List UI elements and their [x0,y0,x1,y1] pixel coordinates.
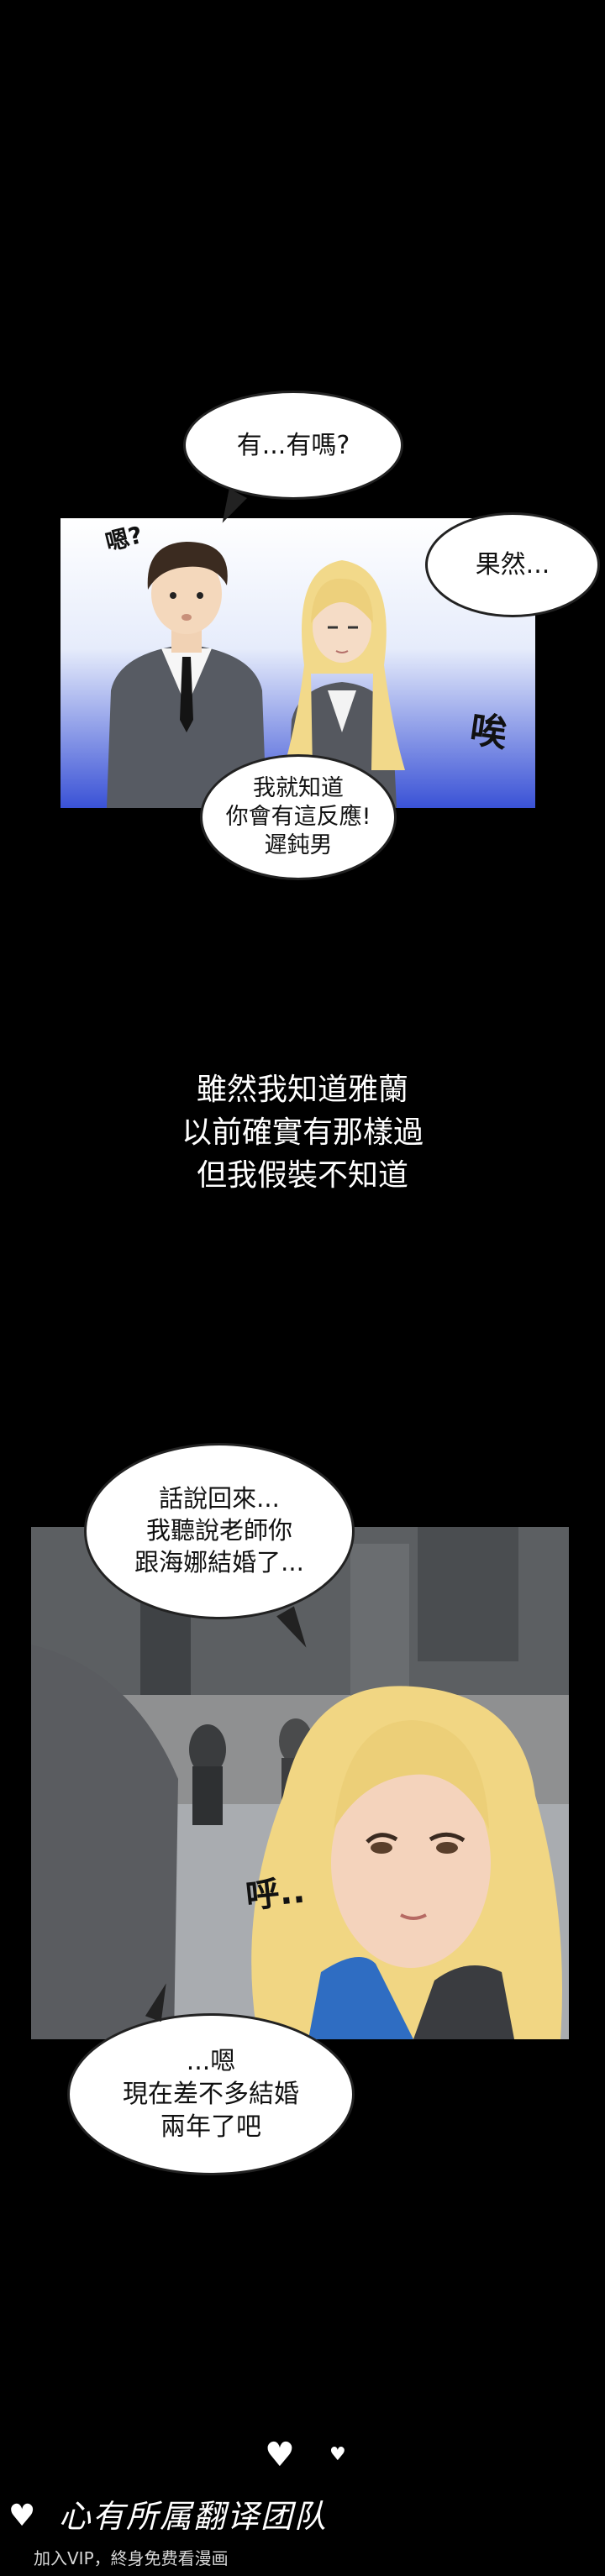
sfx-sigh-woman: 唉 [467,708,510,756]
speech-bubble-reply-two-years: ...嗯 現在差不多結婚 兩年了吧 [67,2013,355,2175]
watermark-text: 加入VIP，終身免费看漫画 [34,2548,229,2568]
heart-icon: ♥ [329,2444,346,2465]
heart-icon: ♥ [265,2436,295,2474]
speech-bubble-man-question: 有...有嗎? [183,391,403,500]
heart-icon: ♥ [8,2499,36,2533]
narration-text: 雖然我知道雅蘭 以前確實有那樣過 但我假裝不知道 [181,1073,424,1194]
translation-group-logo: 心有所属翻译团队 [59,2498,329,2535]
speech-bubble-woman-knew-it: 我就知道 你會有這反應! 遲鈍男 [200,754,397,880]
speech-bubble-woman-indeed: 果然... [425,512,600,617]
sfx-sigh: 呼.. [244,1871,308,1917]
panel-2-artwork [31,1527,569,2039]
speech-bubble-rumor-marriage: 話說回來... 我聽說老師你 跟海娜結婚了... [84,1443,355,1619]
comic-panel-2 [31,1527,569,2039]
